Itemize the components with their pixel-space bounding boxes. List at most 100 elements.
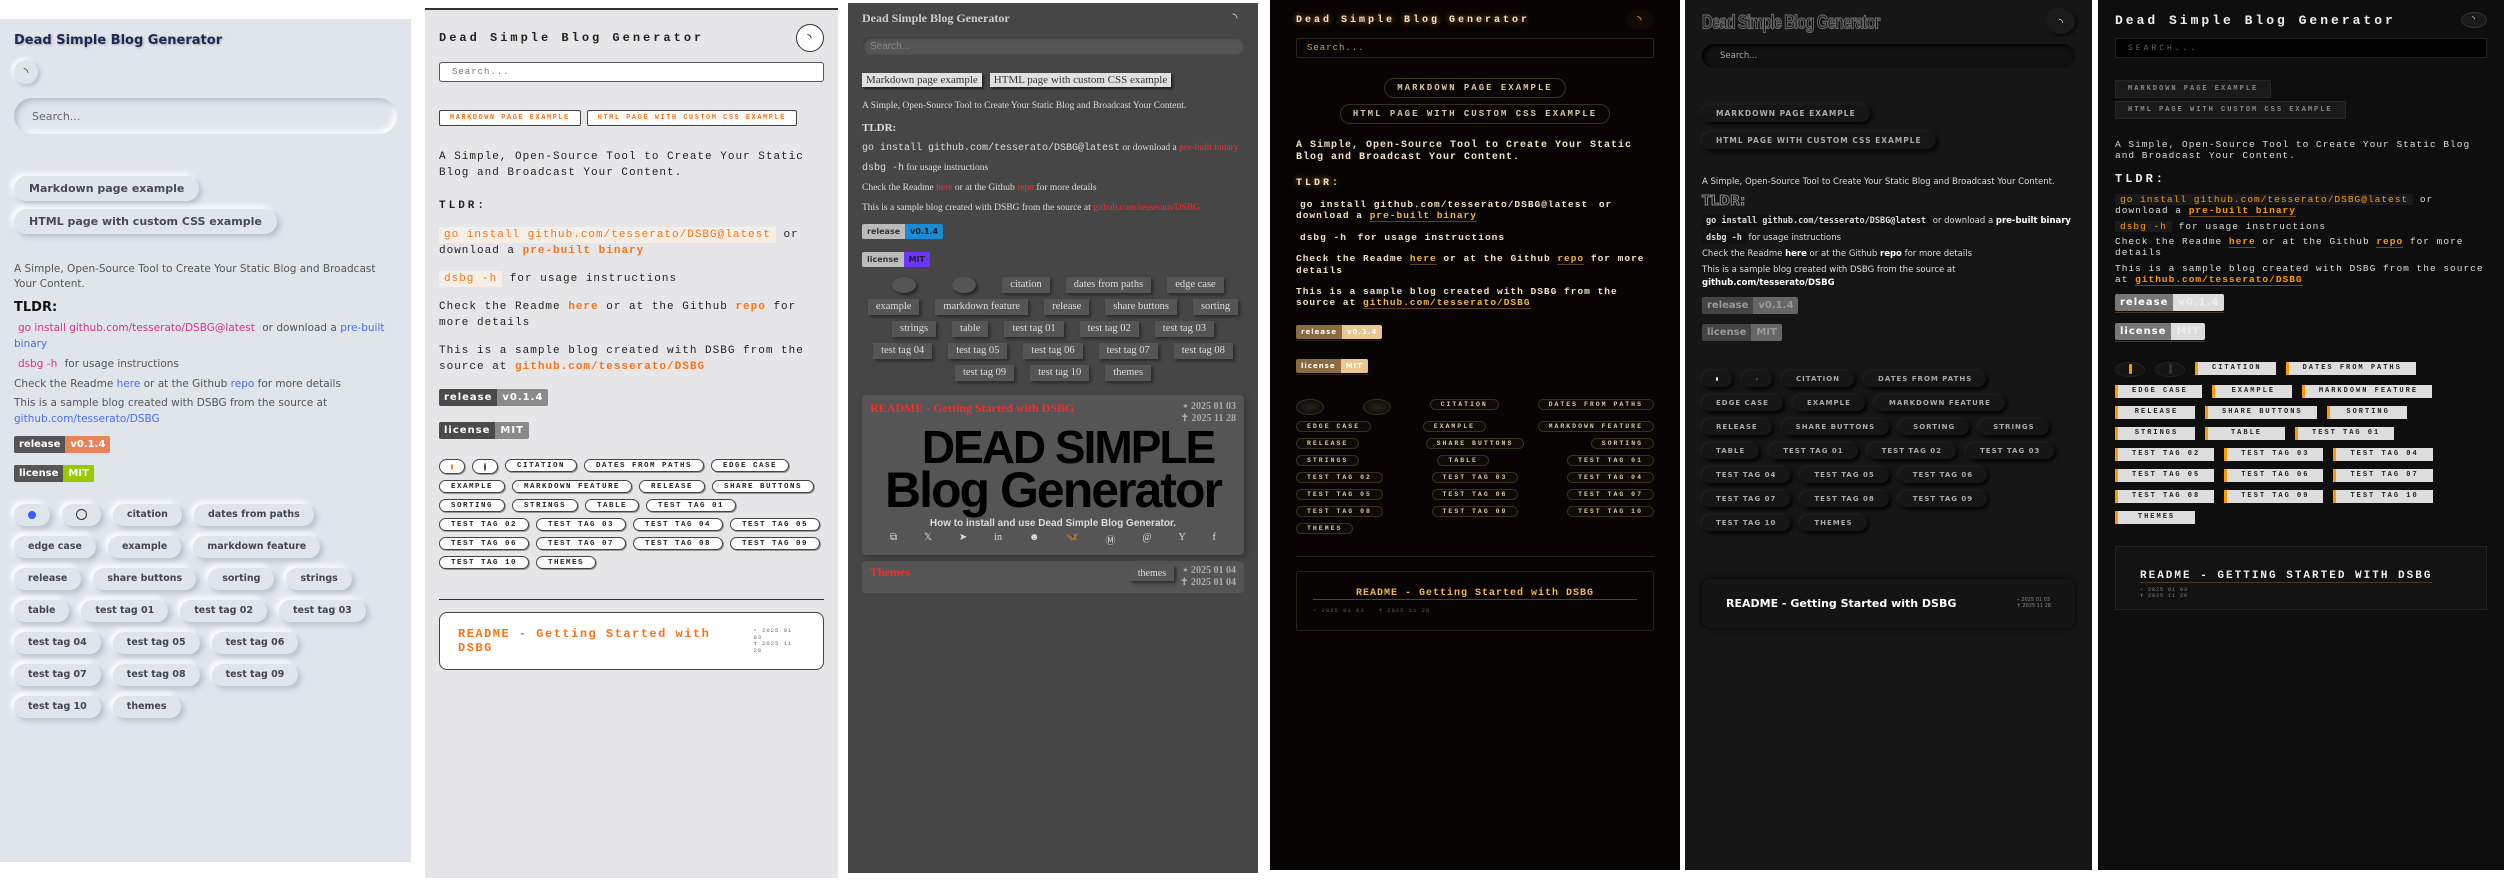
mastodon-icon[interactable]: Ⓜ — [1106, 532, 1116, 547]
tag-filter-button[interactable]: citation — [1002, 276, 1050, 293]
tag-filter-button[interactable]: test tag 03 — [279, 599, 366, 622]
tag-filter-button[interactable]: test tag 07 — [14, 663, 101, 686]
tag-filter-button[interactable]: themes — [1800, 515, 1867, 532]
tag-filter-button[interactable]: test tag 01 — [1567, 454, 1654, 466]
markdown-page-example-button[interactable]: Markdown page example — [439, 110, 581, 126]
tag-filter-button[interactable]: strings — [892, 320, 937, 337]
search-input[interactable]: Search... — [14, 98, 397, 134]
tag-filter-button[interactable]: test tag 09 — [954, 364, 1015, 381]
prebuilt-binary-link[interactable]: pre-built binary — [2188, 205, 2296, 218]
tag-filter-button[interactable]: test tag 02 — [1296, 471, 1383, 483]
tag-filter-button[interactable]: dates from paths — [1864, 371, 1987, 388]
tag-filter-button[interactable]: table — [952, 320, 989, 337]
tag-filter-button[interactable]: share buttons — [93, 567, 197, 590]
tag-filter-button[interactable]: test tag 08 — [1800, 491, 1889, 508]
source-repo-link[interactable]: github.com/tesserato/DSBG — [515, 361, 705, 373]
post-title-link[interactable]: README - Getting Started with DSBG — [2140, 569, 2433, 583]
tag-filter-button[interactable]: test tag 10 — [1702, 515, 1791, 532]
source-repo-link[interactable]: github.com/tesserato/DSBG — [1702, 278, 1835, 288]
html-page-example-button[interactable]: HTML page with custom CSS example — [586, 110, 797, 126]
tag-filter-button[interactable]: test tag 10 — [1567, 505, 1654, 517]
tag-filter-button[interactable]: sorting — [1590, 437, 1654, 449]
tag-filter-button[interactable]: dates from paths — [584, 459, 705, 473]
tag-filter-button[interactable]: test tag 08 — [1296, 505, 1383, 517]
html-page-example-button[interactable]: HTML page with custom CSS example — [989, 73, 1172, 87]
tag-filter-button[interactable]: markdown feature — [1874, 395, 2005, 412]
tag-filter-button[interactable]: themes — [536, 556, 597, 570]
tag-filter-button[interactable]: test tag 09 — [2224, 489, 2324, 503]
tag-filter-button[interactable]: edge case — [14, 535, 96, 558]
tag-filter-button[interactable]: test tag 06 — [1898, 467, 1988, 484]
theme-toggle-dark[interactable] — [472, 459, 498, 475]
tag-filter-button[interactable]: test tag 10 — [2333, 489, 2433, 503]
tag-filter-button[interactable]: release — [1702, 419, 1772, 436]
github-repo-link[interactable]: repo — [1557, 253, 1585, 266]
tag-filter-button[interactable]: strings — [512, 499, 579, 513]
tag-filter-button[interactable]: test tag 03 — [1154, 320, 1214, 337]
tag-filter-button[interactable]: table — [1437, 454, 1489, 466]
tag-filter-button[interactable]: test tag 04 — [2333, 447, 2433, 461]
tag-filter-button[interactable]: test tag 03 — [536, 518, 627, 532]
post-card[interactable]: README - Getting Started with DSBG ⋆ 202… — [2115, 545, 2487, 610]
prebuilt-binary-link[interactable]: pre-built binary — [1179, 143, 1238, 153]
tag-filter-button[interactable]: sorting — [439, 499, 506, 513]
tag-filter-button[interactable]: dates from paths — [2285, 361, 2416, 375]
markdown-page-example-button[interactable]: Markdown page example — [1702, 105, 1870, 122]
license-badge[interactable]: license MIT — [862, 251, 930, 267]
tag-filter-button[interactable]: test tag 07 — [2333, 468, 2433, 482]
tag-filter-button[interactable]: table — [14, 599, 70, 622]
tag-filter-button[interactable]: table — [1702, 443, 1760, 460]
rss-feed-icon[interactable]: ◝ — [1226, 9, 1244, 27]
source-repo-link[interactable]: github.com/tesserato/DSBG — [2135, 274, 2303, 287]
html-page-example-button[interactable]: HTML page with custom CSS example — [1702, 132, 1936, 149]
tag-filter-button[interactable]: themes — [112, 695, 181, 718]
tag-filter-button[interactable]: test tag 02 — [180, 599, 268, 622]
site-title[interactable]: Dead Simple Blog Generator — [14, 33, 222, 48]
hacker-news-icon[interactable]: Y — [1178, 532, 1185, 547]
tag-filter-button[interactable]: test tag 07 — [536, 537, 627, 551]
tag-filter-button[interactable]: test tag 04 — [633, 518, 724, 532]
readme-here-link[interactable]: here — [1409, 253, 1437, 266]
facebook-icon[interactable]: f — [1213, 532, 1216, 547]
tag-filter-button[interactable]: themes — [2115, 510, 2195, 524]
tag-filter-button[interactable]: table — [585, 499, 640, 513]
tag-filter-button[interactable]: share buttons — [712, 480, 815, 494]
tag-filter-button[interactable]: test tag 06 — [439, 537, 530, 551]
tag-filter-button[interactable]: markdown feature — [1537, 420, 1654, 432]
license-badge[interactable]: license MIT — [439, 422, 529, 440]
tag-filter-button[interactable]: test tag 02 — [1867, 443, 1957, 460]
source-repo-link[interactable]: github.com/tesserato/DSBG — [14, 413, 160, 425]
theme-toggle-dark[interactable] — [1742, 371, 1772, 388]
tag-filter-button[interactable]: markdown feature — [512, 480, 633, 494]
prebuilt-binary-link[interactable]: pre-built binary — [523, 245, 645, 257]
license-badge[interactable]: license MIT — [2115, 322, 2205, 340]
tag-filter-button[interactable]: test tag 08 — [112, 663, 200, 686]
readme-here-link[interactable]: here — [2228, 235, 2256, 248]
tag-filter-button[interactable]: test tag 01 — [1769, 443, 1858, 460]
search-input[interactable]: Search... — [862, 37, 1244, 55]
tag-filter-button[interactable]: themes — [1296, 522, 1354, 534]
github-repo-link[interactable]: repo — [1880, 249, 1902, 259]
site-title[interactable]: Dead Simple Blog Generator — [1296, 15, 1530, 26]
tag-filter-button[interactable]: strings — [1979, 419, 2049, 436]
post-card[interactable]: README - Getting Started with DSBG ⋆ 202… — [439, 599, 824, 671]
tag-filter-button[interactable]: citation — [1782, 371, 1855, 388]
tag-filter-button[interactable]: example — [1422, 420, 1486, 432]
tag-filter-button[interactable]: test tag 02 — [1079, 320, 1139, 337]
markdown-page-example-button[interactable]: Markdown page example — [2115, 80, 2272, 98]
tag-filter-button[interactable]: test tag 08 — [633, 537, 724, 551]
tag-filter-button[interactable]: sorting — [1192, 298, 1239, 315]
tag-filter-button[interactable]: test tag 04 — [14, 631, 101, 654]
tag-filter-button[interactable]: edge case — [2115, 384, 2202, 398]
tag-filter-button[interactable]: citation — [1429, 398, 1499, 410]
post-title-link[interactable]: Themes — [870, 565, 910, 589]
tag-filter-button[interactable]: test tag 09 — [730, 537, 821, 551]
readme-here-link[interactable]: here — [1785, 249, 1807, 259]
tag-filter-button[interactable]: example — [1792, 395, 1865, 412]
theme-toggle-dark[interactable] — [2155, 361, 2185, 377]
theme-toggle-light[interactable] — [439, 459, 465, 475]
license-badge[interactable]: license MIT — [1702, 324, 1782, 342]
readme-here-link[interactable]: here — [936, 183, 952, 193]
bluesky-icon[interactable]: 🦋 — [1066, 532, 1078, 547]
tag-filter-button[interactable]: test tag 10 — [439, 556, 530, 570]
